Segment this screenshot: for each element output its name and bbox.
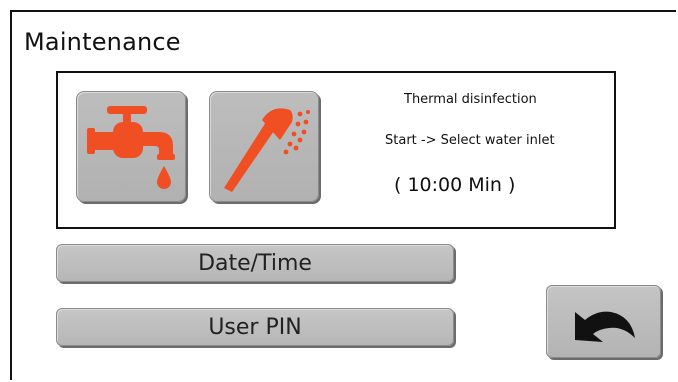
disinfection-instruction: Start -> Select water inlet: [385, 133, 555, 148]
disinfection-title: Thermal disinfection: [404, 92, 537, 107]
date-time-label: Date/Time: [198, 250, 312, 276]
page-title: Maintenance: [24, 28, 181, 56]
disinfection-duration: ( 10:00 Min ): [394, 174, 516, 196]
back-arrow-icon: [575, 311, 635, 342]
user-pin-label: User PIN: [208, 314, 302, 340]
back-button[interactable]: [546, 285, 661, 358]
shower-inlet-button[interactable]: [209, 91, 319, 202]
shower-head-icon: [224, 108, 310, 192]
faucet-inlet-button[interactable]: [76, 91, 186, 202]
faucet-icon: [87, 106, 175, 189]
user-pin-button[interactable]: User PIN: [56, 308, 454, 346]
date-time-button[interactable]: Date/Time: [56, 244, 454, 282]
